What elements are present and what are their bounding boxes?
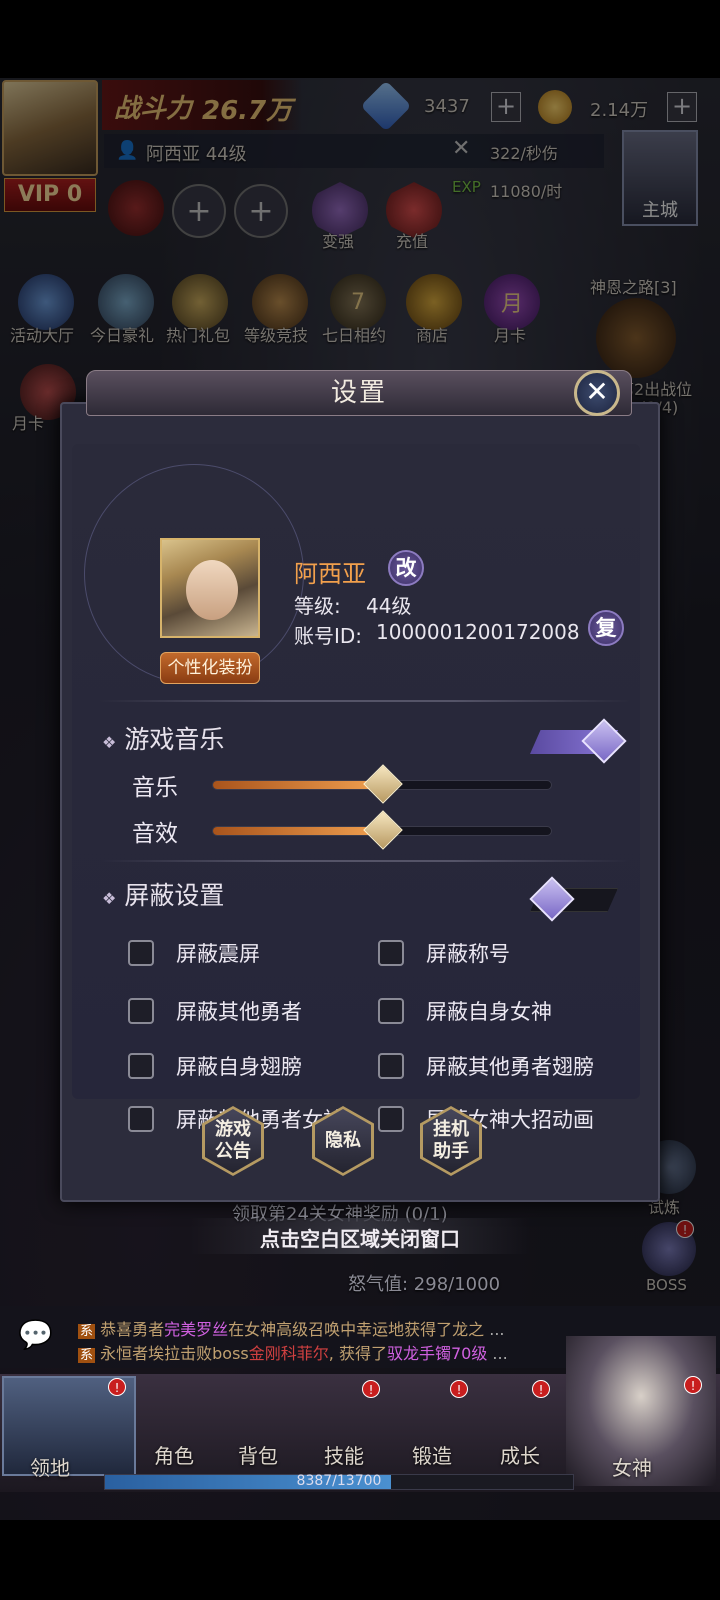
nav-growth[interactable]: 成长 (500, 1440, 540, 1469)
checkbox-label: 屏蔽其他勇者翅膀 (426, 1055, 594, 1079)
territory-alert-badge: ! (108, 1378, 126, 1396)
game-notice-label: 游戏 公告 (205, 1109, 261, 1173)
chat-boss: 金刚科菲尔 (248, 1344, 329, 1363)
diamond-bullet-icon: ❖ (102, 733, 117, 752)
music-slider[interactable] (212, 764, 552, 804)
growth-alert-badge: ! (532, 1380, 550, 1398)
level-value: 44级 (366, 594, 412, 618)
privacy-label: 隐私 (315, 1109, 371, 1173)
goddess-alert-badge: ! (684, 1376, 702, 1394)
customize-button[interactable]: 个性化装扮 (160, 652, 260, 684)
nav-role[interactable]: 角色 (154, 1440, 194, 1469)
close-tip-bar[interactable]: 点击空白区域关闭窗口 (190, 1218, 530, 1254)
block-toggle[interactable] (529, 876, 620, 922)
auto-assist-label: 挂机 助手 (423, 1109, 479, 1173)
chat-line-1: 系 恭喜勇者完美罗丝在女神高级召唤中幸运地获得了龙之 ... (78, 1316, 505, 1340)
divider (100, 860, 630, 862)
chat-tag: 系 (78, 1348, 96, 1363)
settings-dialog: 个性化装扮 阿西亚 改 等级: 44级 账号ID: 10000012001720… (60, 370, 660, 1202)
bag-alert-badge: ! (362, 1380, 380, 1398)
chat-text: 在女神高级召唤中幸运地获得了龙之 (228, 1320, 485, 1339)
sfx-slider-fill (213, 827, 382, 835)
chat-tag: 系 (78, 1324, 96, 1339)
checkbox-block-other-heroes[interactable]: 屏蔽其他勇者 (128, 996, 302, 1026)
sfx-slider[interactable] (212, 810, 552, 850)
chat-item: 驭龙手镯70级 (386, 1344, 488, 1363)
exp-bar: 8387/13700 (104, 1473, 574, 1490)
music-toggle-knob (581, 718, 627, 764)
checkbox[interactable] (128, 998, 154, 1024)
chat-line-2: 系 永恒者埃拉击败boss金刚科菲尔, 获得了驭龙手镯70级 ... (78, 1340, 508, 1364)
account-id-label: 账号ID: (294, 624, 363, 648)
checkbox[interactable] (378, 998, 404, 1024)
checkbox[interactable] (128, 940, 154, 966)
checkbox[interactable] (128, 1053, 154, 1079)
block-toggle-knob (529, 876, 575, 922)
level-label: 等级: (294, 594, 341, 618)
player-name: 阿西亚 (294, 560, 366, 588)
checkbox-block-own-wings[interactable]: 屏蔽自身翅膀 (128, 1051, 302, 1081)
dialog-title: 设置 (86, 370, 632, 416)
checkbox[interactable] (128, 1106, 154, 1132)
chat-ellipsis: ... (492, 1344, 508, 1363)
music-slider-fill (213, 781, 382, 789)
chat-text: 恭喜勇者 (100, 1320, 165, 1339)
music-slider-knob[interactable] (363, 764, 403, 804)
checkbox-block-title[interactable]: 屏蔽称号 (378, 938, 510, 968)
music-label: 音乐 (132, 775, 178, 801)
forge-alert-badge: ! (450, 1380, 468, 1398)
nav-territory[interactable]: 领地 (30, 1452, 70, 1481)
checkbox-block-shake[interactable]: 屏蔽震屏 (128, 938, 260, 968)
rage-value: 怒气值: 298/1000 (348, 1274, 501, 1295)
checkbox-label: 屏蔽其他勇者 (176, 1000, 302, 1024)
checkbox-label: 屏蔽震屏 (176, 942, 260, 966)
checkbox-label: 屏蔽自身翅膀 (176, 1055, 302, 1079)
sfx-label: 音效 (132, 821, 178, 847)
checkbox-label: 屏蔽称号 (426, 942, 510, 966)
checkbox-label: 屏蔽自身女神 (426, 1000, 552, 1024)
close-tip-text: 点击空白区域关闭窗口 (260, 1227, 460, 1251)
chat-ellipsis: ... (489, 1320, 505, 1339)
music-toggle[interactable] (530, 718, 627, 764)
checkbox-block-ult-anim[interactable]: 屏蔽女神大招动画 (378, 1104, 594, 1134)
diamond-bullet-icon: ❖ (102, 889, 117, 908)
exp-bar-text: 8387/13700 (296, 1473, 382, 1489)
block-section-label: 屏蔽设置 (124, 881, 225, 910)
sfx-slider-knob[interactable] (363, 810, 403, 850)
dialog-body: 个性化装扮 阿西亚 改 等级: 44级 账号ID: 10000012001720… (60, 402, 660, 1202)
block-section-title: ❖ 屏蔽设置 (102, 876, 224, 912)
music-section-title: ❖ 游戏音乐 (102, 720, 224, 756)
copy-id-button[interactable]: 复 (588, 610, 624, 646)
nav-bag[interactable]: 背包 (238, 1440, 278, 1469)
divider (100, 700, 630, 702)
checkbox-block-own-goddess[interactable]: 屏蔽自身女神 (378, 996, 552, 1026)
chat-text: , 获得了 (328, 1344, 387, 1363)
chat-icon[interactable]: 💬 (18, 1318, 53, 1351)
account-id-value: 1000001200172008 (376, 620, 580, 644)
chat-player[interactable]: 完美罗丝 (164, 1320, 228, 1339)
nav-skill[interactable]: 技能 (324, 1440, 364, 1469)
nav-goddess[interactable]: 女神 (612, 1452, 652, 1481)
chat-text: 击败boss (180, 1344, 249, 1363)
checkbox-block-other-wings[interactable]: 屏蔽其他勇者翅膀 (378, 1051, 594, 1081)
rename-button[interactable]: 改 (388, 550, 424, 586)
checkbox[interactable] (378, 1106, 404, 1132)
music-section-label: 游戏音乐 (124, 725, 225, 754)
checkbox[interactable] (378, 940, 404, 966)
close-dialog-button[interactable]: ✕ (574, 370, 620, 416)
chat-player[interactable]: 永恒者埃拉 (100, 1344, 180, 1363)
dialog-content: 个性化装扮 阿西亚 改 等级: 44级 账号ID: 10000012001720… (72, 444, 640, 1132)
profile-portrait (160, 538, 260, 638)
nav-forge[interactable]: 锻造 (412, 1440, 452, 1469)
checkbox[interactable] (378, 1053, 404, 1079)
